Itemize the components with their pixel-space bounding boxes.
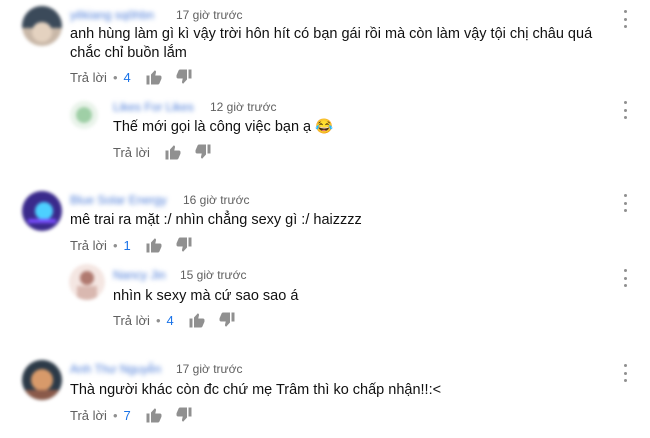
avatar[interactable] xyxy=(22,360,62,400)
thumbs-down-icon[interactable] xyxy=(175,68,195,86)
comment-author[interactable]: Blue Solar Energy xyxy=(70,193,167,207)
comment-author[interactable]: yêkiang sqôhbn xyxy=(70,8,154,22)
thumbs-down-icon[interactable] xyxy=(194,143,214,161)
separator-dot: • xyxy=(112,407,118,423)
comment-text: nhìn k sexy mà cứ sao sao á xyxy=(113,288,299,304)
kebab-menu-icon[interactable] xyxy=(622,269,628,287)
reply-button[interactable]: Trả lời xyxy=(113,145,150,160)
like-count: 4 xyxy=(166,312,174,328)
comment-actions: Trả lời • 4 xyxy=(113,310,248,330)
thumbs-up-icon[interactable] xyxy=(164,143,184,161)
avatar[interactable] xyxy=(70,101,98,129)
comment-author[interactable]: Likes For Likes xyxy=(113,100,194,114)
comment-author[interactable]: Nancy Jin xyxy=(113,268,166,282)
comment-timestamp[interactable]: 17 giờ trước xyxy=(176,362,242,376)
thumbs-down-icon[interactable] xyxy=(175,406,195,424)
separator-dot: • xyxy=(155,312,161,328)
comment-text: Thế mới gọi là công việc bạn ạ 😂 xyxy=(113,119,334,135)
comment-timestamp[interactable]: 15 giờ trước xyxy=(180,268,246,282)
thumbs-down-icon[interactable] xyxy=(175,236,195,254)
comment-text: mê trai ra mặt :/ nhìn chẳng sexy gì :/ … xyxy=(70,212,362,228)
comment-actions: Trả lời • 1 xyxy=(70,235,205,255)
comment-actions: Trả lời xyxy=(113,142,224,162)
comment-timestamp[interactable]: 16 giờ trước xyxy=(183,193,249,207)
reply-button[interactable]: Trả lời xyxy=(70,408,107,423)
comment-author[interactable]: Anh Thư Nguyễn xyxy=(70,362,161,376)
kebab-menu-icon[interactable] xyxy=(622,101,628,119)
avatar[interactable] xyxy=(22,191,62,231)
avatar[interactable] xyxy=(22,6,62,46)
kebab-menu-icon[interactable] xyxy=(622,10,628,28)
avatar[interactable] xyxy=(69,264,105,300)
reply-button[interactable]: Trả lời xyxy=(70,238,107,253)
separator-dot: • xyxy=(112,69,118,85)
reply-button[interactable]: Trả lời xyxy=(113,313,150,328)
kebab-menu-icon[interactable] xyxy=(622,364,628,382)
comment-text: Thà người khác còn đc chứ mẹ Trâm thì ko… xyxy=(70,382,442,398)
like-count: 7 xyxy=(123,407,131,423)
thumbs-up-icon[interactable] xyxy=(188,311,208,329)
comment-actions: Trả lời • 4 xyxy=(70,67,205,87)
thumbs-up-icon[interactable] xyxy=(145,236,165,254)
comment-actions: Trả lời • 7 xyxy=(70,405,205,425)
comment-text: anh hùng làm gì kì vậy trời hôn hít có b… xyxy=(70,26,593,61)
like-count: 4 xyxy=(123,69,131,85)
thumbs-up-icon[interactable] xyxy=(145,68,165,86)
reply-button[interactable]: Trả lời xyxy=(70,70,107,85)
like-count: 1 xyxy=(123,237,131,253)
thumbs-down-icon[interactable] xyxy=(218,311,238,329)
thumbs-up-icon[interactable] xyxy=(145,406,165,424)
comment-timestamp[interactable]: 17 giờ trước xyxy=(176,8,242,22)
separator-dot: • xyxy=(112,237,118,253)
kebab-menu-icon[interactable] xyxy=(622,194,628,212)
comment-timestamp[interactable]: 12 giờ trước xyxy=(210,100,276,114)
